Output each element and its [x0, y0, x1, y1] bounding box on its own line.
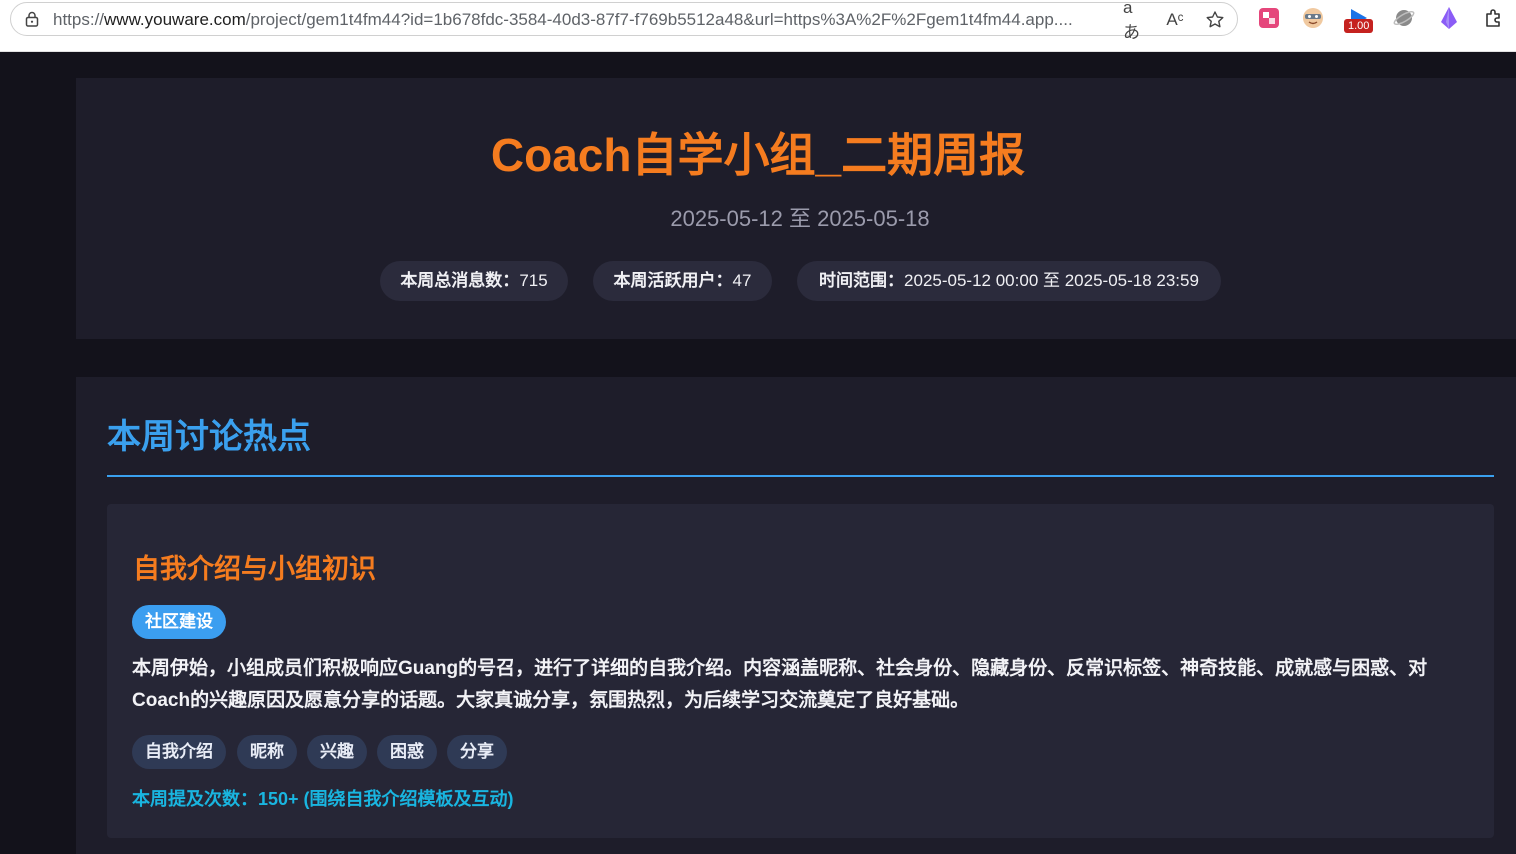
- translator-extension-icon[interactable]: [1256, 5, 1282, 31]
- stat-active-users: 本周活跃用户：47: [593, 261, 772, 301]
- report-title: Coach自学小组_二期周报: [490, 129, 1026, 181]
- stat-value: 715: [519, 271, 548, 290]
- keyword-tag[interactable]: 自我介绍: [132, 735, 226, 769]
- url-text[interactable]: https://www.youware.com/project/gem1t4fm…: [53, 9, 1121, 31]
- stat-value: 47: [732, 271, 752, 290]
- stat-label: 本周活跃用户：: [613, 271, 733, 290]
- url-scheme: https://: [53, 10, 105, 29]
- address-bar[interactable]: https://www.youware.com/project/gem1t4fm…: [10, 0, 1238, 42]
- keyword-tag[interactable]: 昵称: [237, 735, 297, 769]
- stat-time-range: 时间范围：2025-05-12 00:00 至 2025-05-18 23:59: [797, 261, 1221, 301]
- planet-extension-icon[interactable]: [1391, 5, 1417, 31]
- topic-mention-count: 本周提及次数：150+ (围绕自我介绍模板及互动): [132, 789, 514, 809]
- stat-label: 本周总消息数：: [400, 271, 520, 290]
- topic-category-tag[interactable]: 社区建设: [132, 605, 226, 639]
- topic-description: 本周伊始，小组成员们积极响应Guang的号召，进行了详细的自我介绍。内容涵盖昵称…: [132, 658, 1428, 711]
- stat-total-messages: 本周总消息数：715: [380, 261, 568, 301]
- url-path: /project/gem1t4fm44?id=1b678fdc-3584-40d…: [245, 10, 1073, 29]
- browser-toolbar: https://www.youware.com/project/gem1t4fm…: [0, 0, 1516, 52]
- keyword-tag[interactable]: 兴趣: [307, 735, 367, 769]
- favorite-star-icon[interactable]: [1203, 8, 1227, 32]
- section-divider: [107, 475, 1494, 477]
- topic-title: 自我介绍与小组初识: [133, 554, 376, 584]
- translate-icon[interactable]: aあ: [1123, 0, 1147, 42]
- keyword-tag[interactable]: 分享: [447, 735, 507, 769]
- extensions-puzzle-icon[interactable]: [1481, 5, 1507, 31]
- report-date-range: 2025-05-12 至 2025-05-18: [670, 206, 930, 231]
- lock-icon[interactable]: [23, 10, 41, 28]
- video-speed-badge: 1.00: [1344, 19, 1374, 33]
- url-host: www.youware.com: [104, 10, 246, 29]
- read-aloud-icon[interactable]: Aᶜ: [1163, 8, 1187, 32]
- stat-label: 时间范围：: [819, 271, 905, 290]
- crystal-extension-icon[interactable]: [1436, 5, 1462, 31]
- avatar-extension-icon[interactable]: [1300, 5, 1326, 31]
- keyword-tag[interactable]: 困惑: [377, 735, 437, 769]
- section-title: 本周讨论热点: [107, 418, 311, 456]
- stat-value: 2025-05-12 00:00 至 2025-05-18 23:59: [904, 271, 1199, 290]
